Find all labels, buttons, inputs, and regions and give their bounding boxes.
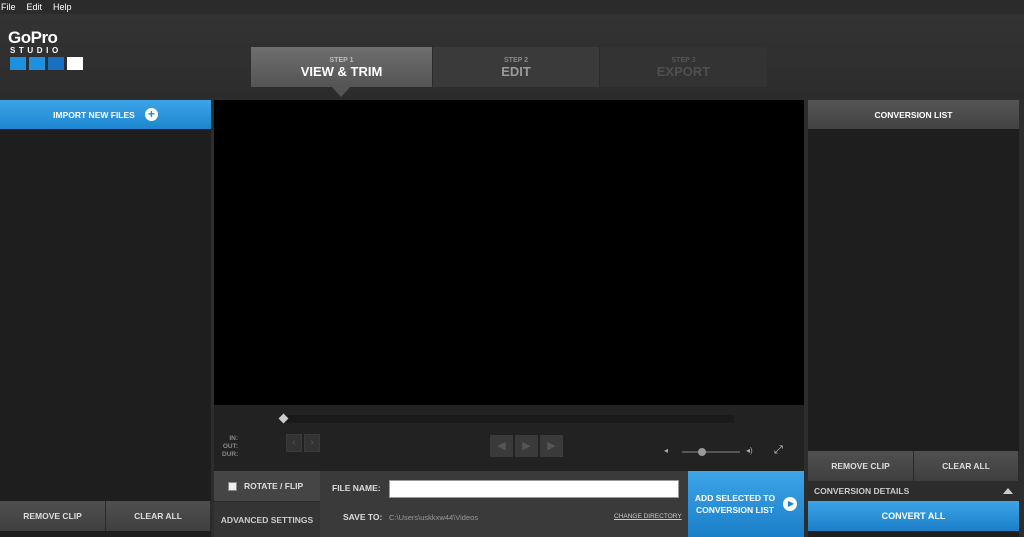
- logo-brand: GoPro: [8, 28, 58, 47]
- import-new-files-button[interactable]: IMPORT NEW FILES +: [0, 100, 211, 129]
- plus-circle-icon: +: [144, 108, 158, 121]
- menu-file[interactable]: File: [1, 2, 21, 12]
- import-label: IMPORT NEW FILES: [53, 109, 135, 120]
- chevron-up-icon: [1003, 488, 1013, 494]
- fullscreen-icon[interactable]: ⤢: [774, 444, 783, 457]
- media-bin-panel: IMPORT NEW FILES + REMOVE CLIP CLEAR ALL: [0, 100, 211, 537]
- play-icon[interactable]: ▶: [515, 435, 538, 457]
- step-title: VIEW & TRIM: [300, 64, 383, 79]
- conversion-details-toggle[interactable]: CONVERSION DETAILS: [808, 481, 1019, 501]
- add-to-conversion-list-button[interactable]: ADD SELECTED TO CONVERSION LIST ▶: [688, 471, 804, 537]
- tab-view-trim[interactable]: STEP 1 VIEW & TRIM: [251, 47, 432, 97]
- export-settings-bar: ROTATE / FLIP ADVANCED SETTINGS FILE NAM…: [214, 471, 688, 537]
- logo-sub: STUDIO: [10, 46, 62, 55]
- menu-edit[interactable]: Edit: [27, 2, 48, 12]
- change-directory-link[interactable]: CHANGE DIRECTORY: [614, 513, 682, 520]
- playhead-marker[interactable]: [278, 413, 289, 424]
- timeline-scrubber[interactable]: [278, 413, 734, 424]
- rotate-flip-label: ROTATE / FLIP: [244, 481, 304, 491]
- volume-control[interactable]: ◂ ◂): [664, 446, 759, 456]
- convert-all-button[interactable]: CONVERT ALL: [808, 501, 1019, 531]
- clear-all-button[interactable]: CLEAR ALL: [106, 501, 211, 531]
- volume-knob[interactable]: [698, 448, 707, 456]
- step-back-icon[interactable]: ◀: [490, 435, 513, 457]
- step-tabs: STEP 1 VIEW & TRIM STEP 2 EDIT STEP 3 EX…: [251, 47, 767, 97]
- in-out-dur-labels: IN: OUT: DUR:: [222, 435, 238, 459]
- clip-nav: ‹ ›: [286, 434, 320, 452]
- add-selected-line1: ADD SELECTED TO: [694, 493, 776, 503]
- save-to-label: SAVE TO:: [343, 512, 383, 522]
- step-title: EXPORT: [656, 64, 711, 79]
- remove-clip-button[interactable]: REMOVE CLIP: [808, 451, 914, 481]
- add-selected-line2: CONVERSION LIST: [696, 505, 774, 515]
- conversion-details-label: CONVERSION DETAILS: [814, 486, 910, 496]
- chevron-left-icon[interactable]: ‹: [286, 434, 302, 452]
- gopro-studio-window: File Edit Help GoPro STUDIO STEP 1 VIEW …: [0, 0, 1024, 537]
- clear-all-button[interactable]: CLEAR ALL: [914, 451, 1019, 481]
- video-preview[interactable]: [214, 100, 804, 405]
- header: GoPro STUDIO STEP 1 VIEW & TRIM STEP 2 E…: [0, 14, 1024, 98]
- out-label: OUT:: [222, 443, 238, 450]
- logo-squares: [10, 57, 88, 70]
- conversion-list-title: CONVERSION LIST: [808, 100, 1019, 129]
- volume-low-icon: ◂: [664, 446, 669, 455]
- conversion-list-panel: CONVERSION LIST REMOVE CLIP CLEAR ALL CO…: [808, 100, 1019, 537]
- in-label: IN:: [229, 435, 238, 442]
- logo-square: [48, 57, 64, 70]
- volume-high-icon: ◂): [746, 446, 753, 455]
- menu-bar: File Edit Help: [0, 0, 1024, 14]
- save-path: C:\Users\uskkxw44\Videos: [389, 513, 479, 522]
- add-selected-label: ADD SELECTED TO CONVERSION LIST: [695, 492, 775, 516]
- volume-track[interactable]: [682, 451, 740, 453]
- tab-edit[interactable]: STEP 2 EDIT: [432, 47, 599, 87]
- transport-controls: ◀ ▶ ▶: [490, 435, 563, 457]
- tab-export: STEP 3 EXPORT: [599, 47, 767, 87]
- step-title: EDIT: [501, 64, 531, 79]
- logo-square: [10, 57, 26, 70]
- dur-label: DUR:: [222, 451, 239, 458]
- remove-clip-button[interactable]: REMOVE CLIP: [0, 501, 106, 531]
- menu-help[interactable]: Help: [53, 2, 77, 12]
- chevron-right-icon[interactable]: ›: [304, 434, 320, 452]
- window-edge: [1019, 100, 1024, 537]
- conversion-list-actions: REMOVE CLIP CLEAR ALL: [808, 451, 1019, 481]
- file-name-input[interactable]: [389, 480, 679, 498]
- gopro-studio-logo: GoPro STUDIO: [8, 28, 88, 72]
- logo-square: [29, 57, 45, 70]
- advanced-settings-button[interactable]: ADVANCED SETTINGS: [214, 501, 320, 537]
- rotate-flip-toggle[interactable]: ROTATE / FLIP: [214, 471, 320, 501]
- rotate-flip-checkbox[interactable]: [228, 481, 237, 491]
- step-forward-icon[interactable]: ▶: [540, 435, 563, 457]
- playback-controls: IN: OUT: DUR: ‹ › ◀ ▶ ▶ ◂ ◂) ⤢: [214, 405, 804, 471]
- media-bin-actions: REMOVE CLIP CLEAR ALL: [0, 501, 211, 531]
- arrow-circle-icon: ▶: [783, 497, 798, 511]
- file-name-label: FILE NAME:: [332, 483, 381, 493]
- logo-square: [67, 57, 83, 70]
